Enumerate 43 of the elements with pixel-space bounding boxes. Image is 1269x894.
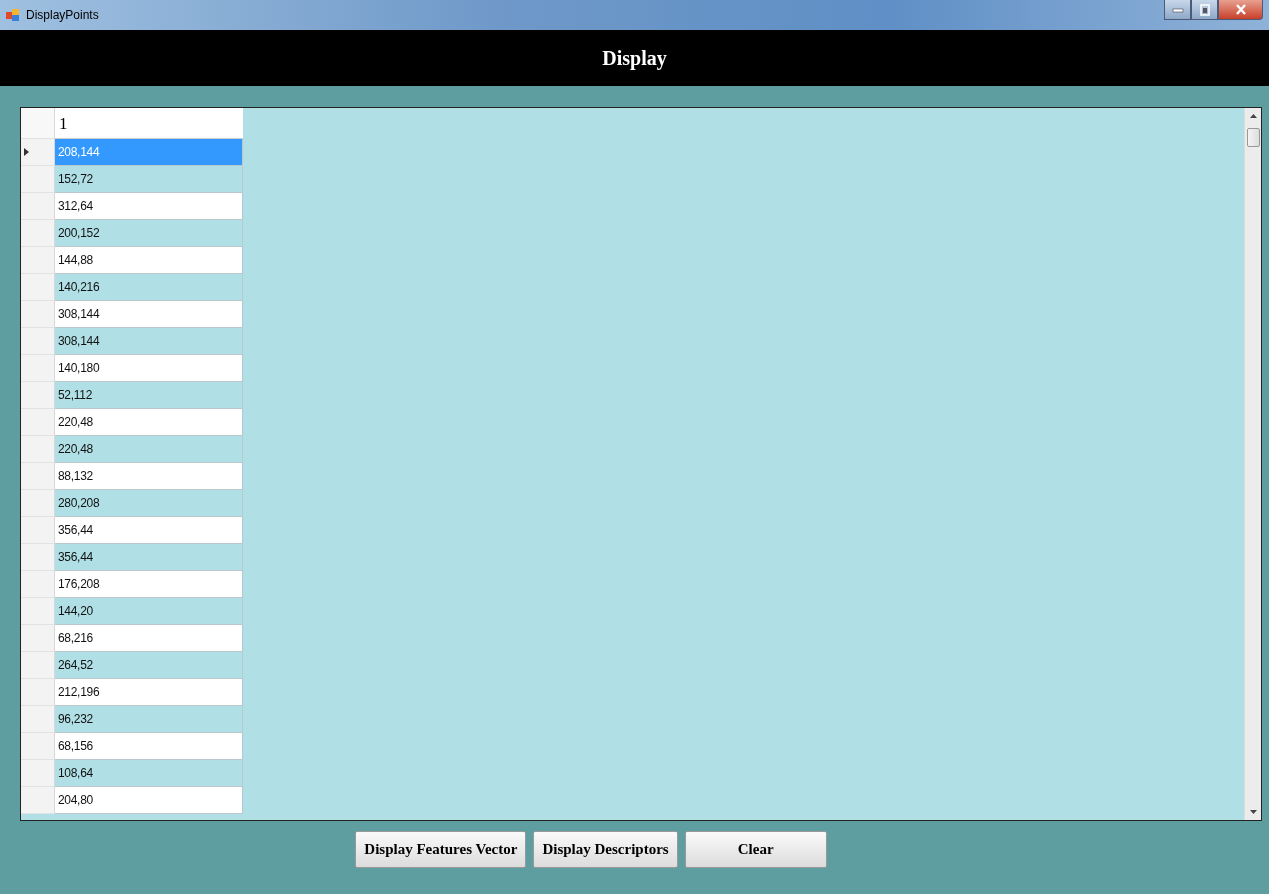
window-title: DisplayPoints bbox=[26, 8, 99, 22]
table-cell[interactable]: 96,232 bbox=[55, 706, 243, 733]
minimize-button[interactable] bbox=[1164, 0, 1191, 20]
column-header[interactable]: 1 bbox=[55, 108, 243, 139]
table-cell[interactable]: 212,196 bbox=[55, 679, 243, 706]
table-cell[interactable]: 220,48 bbox=[55, 409, 243, 436]
table-cell[interactable]: 88,132 bbox=[55, 463, 243, 490]
table-cell[interactable]: 144,88 bbox=[55, 247, 243, 274]
table-cell[interactable]: 200,152 bbox=[55, 220, 243, 247]
table-cell[interactable]: 312,64 bbox=[55, 193, 243, 220]
table-cell[interactable]: 204,80 bbox=[55, 787, 243, 814]
corner-header bbox=[21, 108, 55, 139]
close-button[interactable] bbox=[1218, 0, 1263, 20]
table-cell[interactable]: 280,208 bbox=[55, 490, 243, 517]
close-icon bbox=[1234, 4, 1247, 15]
table-cell[interactable]: 308,144 bbox=[55, 301, 243, 328]
action-button[interactable]: Display Descriptors bbox=[533, 831, 678, 868]
scroll-up-icon bbox=[1249, 114, 1257, 118]
table-cell[interactable]: 220,48 bbox=[55, 436, 243, 463]
table-cell[interactable]: 144,20 bbox=[55, 598, 243, 625]
table-cell[interactable]: 140,180 bbox=[55, 355, 243, 382]
table-cell[interactable]: 152,72 bbox=[55, 166, 243, 193]
table-cell[interactable]: 68,156 bbox=[55, 733, 243, 760]
table-cell[interactable]: 356,44 bbox=[55, 517, 243, 544]
app-icon bbox=[6, 8, 20, 22]
table-cell[interactable]: 176,208 bbox=[55, 571, 243, 598]
table-cell[interactable]: 264,52 bbox=[55, 652, 243, 679]
table-cell[interactable]: 140,216 bbox=[55, 274, 243, 301]
table-cell[interactable]: 108,64 bbox=[55, 760, 243, 787]
table-cell[interactable]: 356,44 bbox=[55, 544, 243, 571]
scroll-thumb[interactable] bbox=[1246, 128, 1260, 147]
table-cell[interactable]: 52,112 bbox=[55, 382, 243, 409]
minimize-icon bbox=[1171, 6, 1184, 13]
header-title: Display bbox=[602, 46, 667, 70]
scroll-down-icon bbox=[1249, 810, 1257, 814]
action-button[interactable]: Clear bbox=[684, 831, 827, 868]
table-cell[interactable]: 68,216 bbox=[55, 625, 243, 652]
row-header[interactable] bbox=[21, 139, 55, 166]
maximize-button[interactable] bbox=[1191, 0, 1218, 20]
table-cell[interactable]: 308,144 bbox=[55, 328, 243, 355]
action-button[interactable]: Display Features Vector bbox=[355, 831, 527, 868]
restore-icon bbox=[1199, 3, 1210, 16]
vertical-scrollbar[interactable] bbox=[1244, 108, 1261, 820]
